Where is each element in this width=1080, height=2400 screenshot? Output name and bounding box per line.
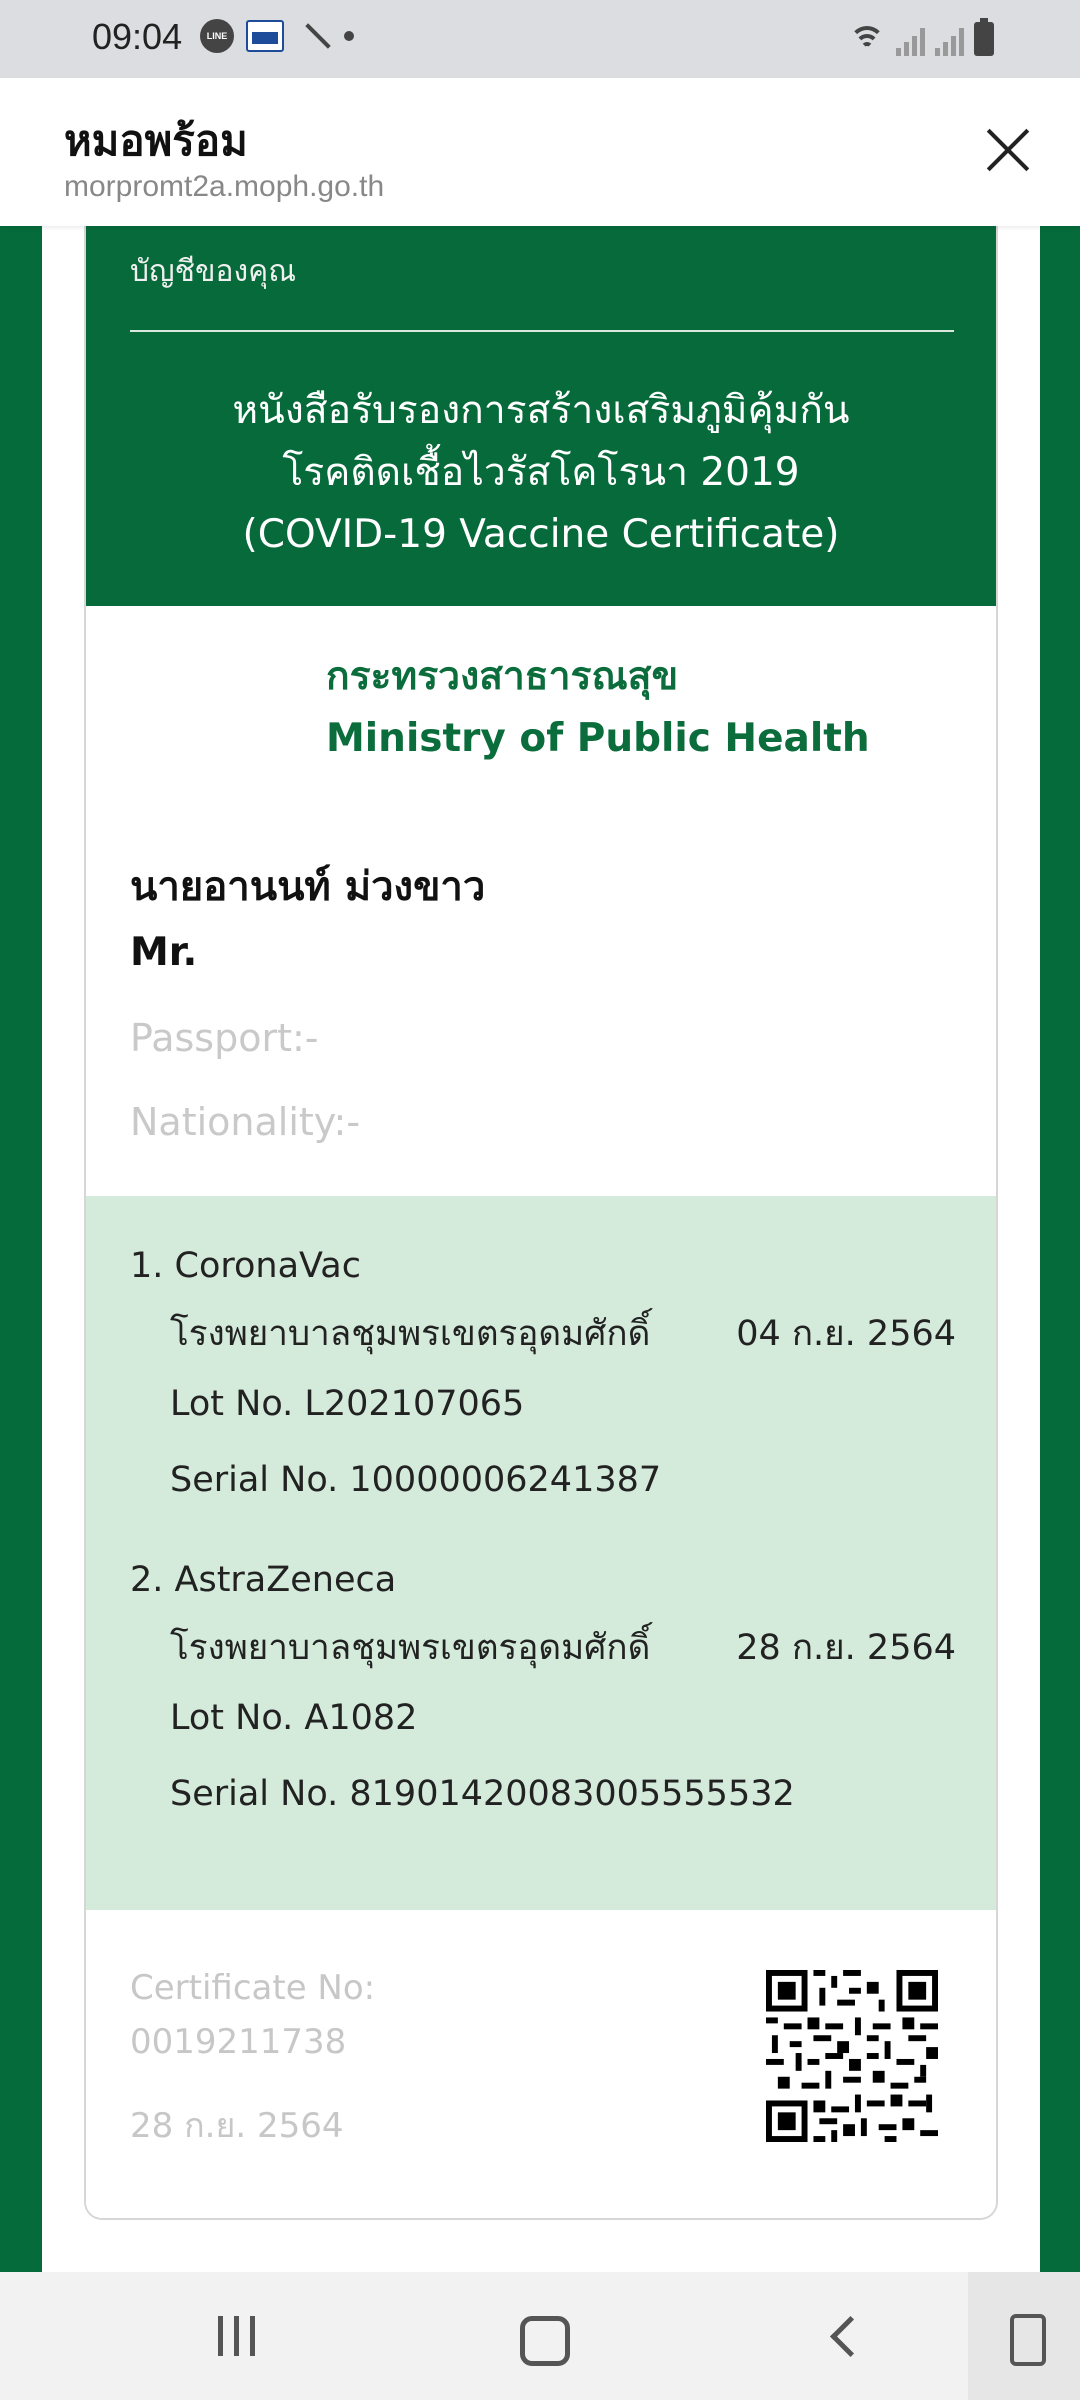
vaccine-date: 28 ก.ย. 2564	[736, 1628, 956, 1668]
status-bar: 09:04 LINE	[0, 0, 1080, 78]
keyboard-toggle-icon[interactable]	[968, 2272, 1080, 2400]
home-icon[interactable]	[508, 2304, 572, 2368]
battery-icon	[974, 18, 994, 56]
page-title: หมอพร้อม	[64, 116, 248, 165]
ministry-name-en: Ministry of Public Health	[326, 716, 870, 761]
certificate-number-label: Certificate No:	[130, 1968, 376, 2008]
ministry-name: กระทรวงสาธารณสุข Ministry of Public Heal…	[326, 646, 870, 770]
recents-icon[interactable]	[204, 2304, 268, 2368]
certificate-footer: Certificate No: 0019211738 28 ก.ย. 2564	[86, 1910, 996, 2218]
system-status-icons	[848, 16, 994, 56]
vaccine-hospital: โรงพยาบาลชุมพรเขตรอุดมศักดิ์	[170, 1314, 651, 1354]
page-content: บัญชีของคุณ หนังสือรับรองการสร้างเสริมภู…	[0, 226, 1080, 2272]
certificate-title-line3: (COVID-19 Vaccine Certificate)	[242, 512, 840, 557]
wifi-icon	[848, 24, 886, 56]
vaccine-lot: Lot No. L202107065	[170, 1384, 525, 1424]
nationality-field: Nationality:-	[130, 1100, 361, 1144]
vaccine-lot: Lot No. A1082	[170, 1698, 418, 1738]
header-divider	[130, 330, 954, 332]
back-icon[interactable]	[810, 2304, 874, 2368]
truck-app-icon	[246, 20, 284, 52]
right-green-border	[1040, 226, 1080, 2272]
ministry-name-th: กระทรวงสาธารณสุข	[326, 654, 679, 699]
system-navigation-bar	[0, 2272, 1080, 2400]
vaccine-hospital: โรงพยาบาลชุมพรเขตรอุดมศักดิ์	[170, 1628, 651, 1668]
certificate-title-line2: โรคติดเชื้อไวรัสโคโรนา 2019	[282, 450, 800, 495]
vaccine-name: 1. CoronaVac	[130, 1246, 361, 1286]
left-green-border	[0, 226, 42, 2272]
holder-name: นายอานนท์ ม่วงขาว	[130, 864, 486, 910]
holder-title: Mr.	[130, 930, 198, 975]
vaccine-serial: Serial No. 81901420083005555532	[170, 1774, 795, 1814]
vaccination-list: 1. CoronaVac โรงพยาบาลชุมพรเขตรอุดมศักดิ…	[86, 1196, 996, 1910]
account-label: บัญชีของคุณ	[130, 254, 297, 289]
certificate-title: หนังสือรับรองการสร้างเสริมภูมิคุ้มกัน โร…	[86, 380, 996, 566]
magic-wand-icon	[296, 18, 332, 54]
vaccine-name: 2. AstraZeneca	[130, 1560, 397, 1600]
certificate-number: 0019211738	[130, 2022, 347, 2062]
certificate-issue-date: 28 ก.ย. 2564	[130, 2106, 344, 2146]
vaccine-date: 04 ก.ย. 2564	[736, 1314, 956, 1354]
close-icon[interactable]	[976, 118, 1040, 182]
passport-field: Passport:-	[130, 1016, 319, 1060]
status-time: 09:04	[92, 16, 183, 57]
line-app-icon: LINE	[200, 19, 234, 53]
signal-icon	[896, 24, 925, 56]
vaccine-certificate-card: บัญชีของคุณ หนังสือรับรองการสร้างเสริมภู…	[84, 226, 998, 2220]
certificate-header: บัญชีของคุณ หนังสือรับรองการสร้างเสริมภู…	[86, 226, 996, 606]
more-notifications-dot-icon	[344, 31, 354, 41]
signal-icon-2	[935, 24, 964, 56]
browser-header: หมอพร้อม morpromt2a.moph.go.th	[0, 78, 1080, 226]
qr-code-icon[interactable]	[766, 1970, 938, 2142]
vaccine-serial: Serial No. 10000006241387	[170, 1460, 662, 1500]
certificate-title-line1: หนังสือรับรองการสร้างเสริมภูมิคุ้มกัน	[232, 388, 850, 433]
page-url: morpromt2a.moph.go.th	[64, 170, 385, 203]
notification-icons: LINE	[200, 18, 354, 54]
